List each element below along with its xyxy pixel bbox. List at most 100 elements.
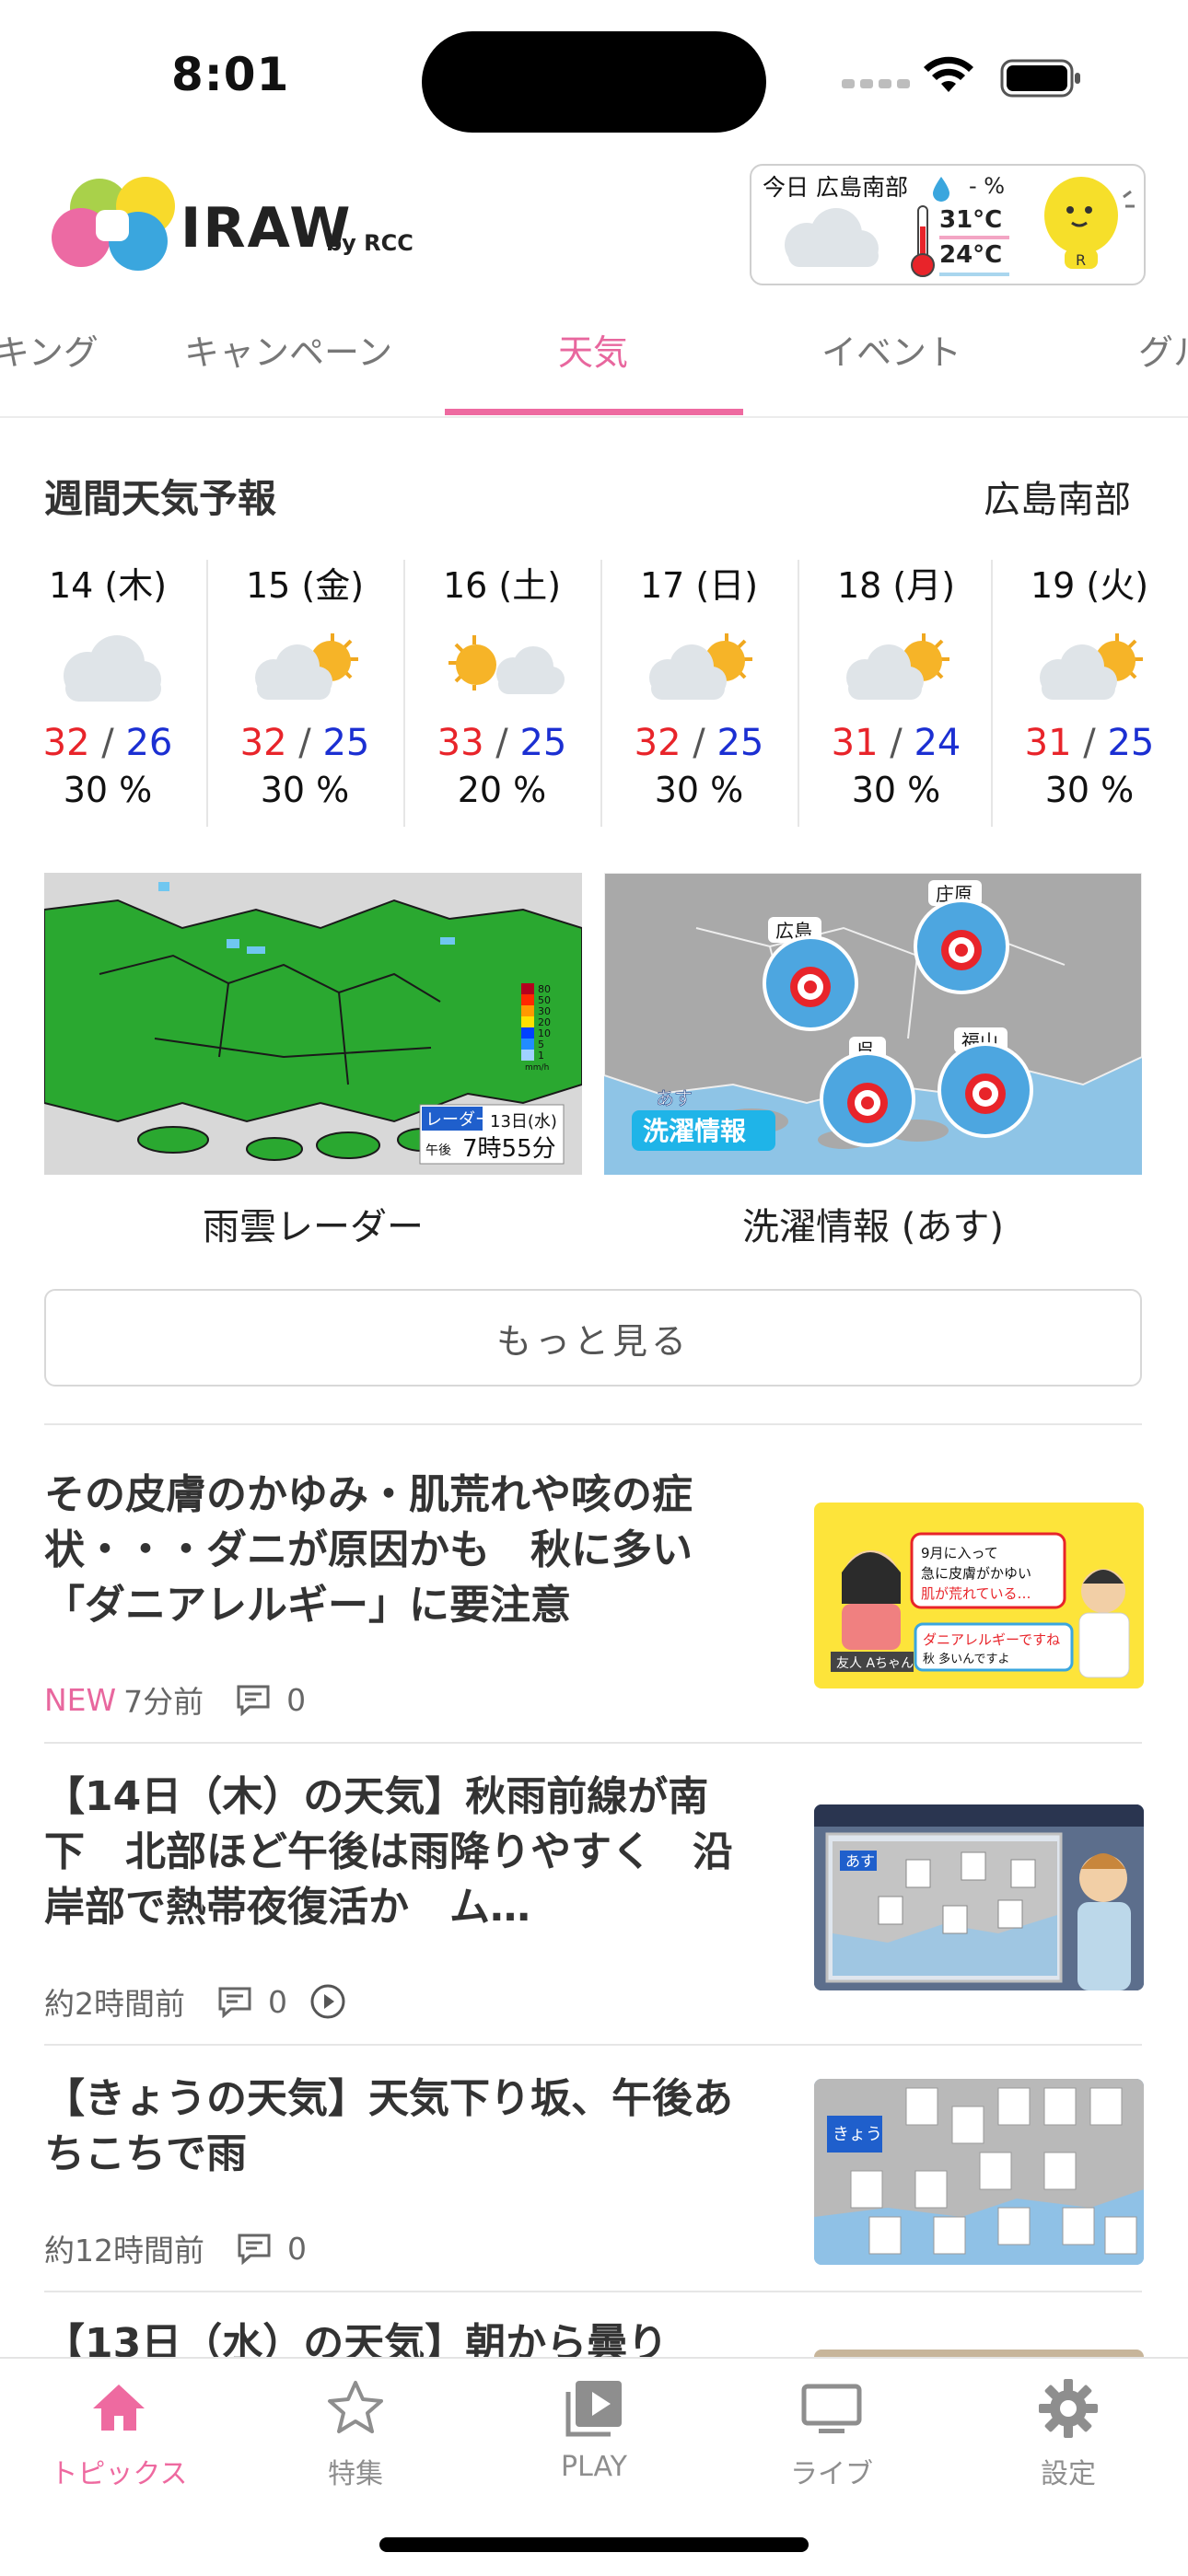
widget-precip: - % <box>969 173 1006 199</box>
signal-icon <box>842 79 910 88</box>
wifi-icon <box>924 56 973 92</box>
forecast-day[interactable]: 14 (木) 32 / 26 30 % <box>9 557 206 828</box>
nav-settings[interactable]: 設定 <box>976 2375 1160 2491</box>
home-icon <box>93 2385 145 2431</box>
nav-topics[interactable]: トピックス <box>27 2375 211 2491</box>
forecast-day[interactable]: 18 (月) 31 / 24 30 % <box>798 557 995 828</box>
precip-prob: 20 % <box>457 770 547 810</box>
battery-icon <box>1000 59 1080 98</box>
article-item[interactable]: その皮膚のかゆみ・肌荒れや咳の症状・・・ダニが原因かも 秋に多い「ダニアレルギー… <box>44 1468 1144 1744</box>
article-thumbnail: 9月に入って 急に皮膚がかゆい 肌が荒れている… 友人 Aちゃん ダニアレルギー… <box>814 1503 1144 1688</box>
day-label: 19 (火) <box>1030 565 1149 606</box>
forecast-day[interactable]: 19 (火) 31 / 25 30 % <box>991 557 1188 828</box>
list-divider <box>44 1423 1142 1425</box>
svg-text:友人 Aちゃん: 友人 Aちゃん <box>836 1656 914 1671</box>
high-temp: 32 <box>634 722 681 764</box>
article-item[interactable]: 【きょうの天気】天気下り坂、午後あちこちで雨 約12時間前 0 きょう <box>44 2071 1144 2292</box>
high-temp: 31 <box>1024 722 1072 764</box>
article-divider <box>44 1742 1142 1744</box>
article-divider <box>44 2291 1142 2292</box>
weekly-forecast-title: 週間天気予報 <box>44 476 277 521</box>
tv-icon <box>801 2384 862 2433</box>
widget-high: 31°C <box>939 206 1003 234</box>
low-temp: 25 <box>519 722 567 764</box>
video-icon <box>310 1984 345 2019</box>
precip-prob: 30 % <box>654 770 744 810</box>
article-thumbnail: きょう <box>814 2079 1144 2265</box>
svg-text:13日(水): 13日(水) <box>490 1112 557 1131</box>
article-time: 約2時間前 <box>44 1986 185 2022</box>
article-time: 7分前 <box>123 1684 204 1720</box>
svg-text:1: 1 <box>538 1050 544 1062</box>
comment-icon <box>238 2234 271 2265</box>
tab-event[interactable]: イベント <box>821 324 961 375</box>
svg-text:肌が荒れている…: 肌が荒れている… <box>921 1585 1031 1602</box>
cloudy-icon <box>64 635 161 702</box>
article-title: 【14日（木）の天気】秋雨前線が南下 北部ほど午後は雨降りやすく 沿岸部で熱帯夜… <box>44 1773 733 1931</box>
more-button[interactable]: もっと見る <box>44 1289 1142 1387</box>
star-icon <box>328 2381 383 2433</box>
precip-prob: 30 % <box>851 770 941 810</box>
article-thumbnail: あす <box>814 1804 1144 1990</box>
article-divider <box>44 2044 1142 2046</box>
svg-text:あす: あす <box>845 1852 875 1870</box>
article-meta: NEW 7分前 0 <box>44 1677 306 1722</box>
tab-campaign[interactable]: キャンペーン <box>184 324 392 375</box>
svg-text:7時55分: 7時55分 <box>462 1135 556 1163</box>
comment-icon <box>237 1685 270 1716</box>
high-temp: 32 <box>239 722 287 764</box>
tab-weather[interactable]: 天気 <box>558 324 628 375</box>
tabs-divider <box>0 416 1188 418</box>
article-meta: 約12時間前 0 <box>44 2226 307 2270</box>
laundry-info-map[interactable]: 広島 庄原 呉 福山 あす 洗濯情報 <box>604 873 1142 1175</box>
nav-live[interactable]: ライブ <box>740 2375 924 2491</box>
day-label: 15 (金) <box>245 565 365 606</box>
cloud-icon <box>785 208 879 267</box>
comment-count: 0 <box>268 1983 287 2020</box>
nav-play[interactable]: PLAY <box>502 2375 686 2483</box>
comment-count: 0 <box>286 1681 307 1718</box>
home-indicator <box>379 2537 809 2552</box>
high-underline <box>939 236 1009 239</box>
rain-radar-map[interactable]: 80 50 30 20 10 5 1 mm/h レーダー 13日(水) 午後 7… <box>44 873 582 1175</box>
nav-label: トピックス <box>50 2458 188 2490</box>
article-item[interactable]: 【14日（木）の天気】秋雨前線が南下 北部ほど午後は雨降りやすく 沿岸部で熱帯夜… <box>44 1770 1144 2046</box>
thermometer-icon <box>911 205 935 277</box>
cloudy-then-sunny-icon <box>649 633 752 700</box>
svg-text:by RCC: by RCC <box>326 230 413 256</box>
gear-icon <box>1039 2379 1098 2438</box>
cloudy-then-sunny-icon <box>1040 633 1143 700</box>
nav-label: 設定 <box>1041 2458 1096 2490</box>
nav-label: 特集 <box>328 2458 383 2490</box>
high-temp: 33 <box>437 722 484 764</box>
high-temp: 32 <box>42 722 90 764</box>
forecast-day[interactable]: 16 (土) 33 / 25 20 % <box>403 557 600 828</box>
day-label: 17 (日) <box>639 565 759 606</box>
cloudy-then-sunny-icon <box>846 633 949 700</box>
cloudy-then-sunny-icon <box>255 633 358 700</box>
article-meta: 約2時間前 0 <box>44 1979 346 2024</box>
comment-icon <box>218 1987 251 2018</box>
weekly-forecast-region[interactable]: 広島南部 <box>984 470 1131 523</box>
active-tab-indicator <box>445 409 743 415</box>
forecast-day[interactable]: 17 (日) 32 / 25 30 % <box>600 557 798 828</box>
svg-text:洗濯情報: 洗濯情報 <box>643 1116 747 1146</box>
today-weather-widget[interactable]: 今日 広島南部 - % 31°C 24°C R <box>750 164 1146 285</box>
svg-text:レーダー: レーダー <box>425 1110 492 1130</box>
tab-ranking[interactable]: キング <box>0 324 99 375</box>
tab-gourmet[interactable]: グル <box>1138 324 1188 375</box>
low-temp: 25 <box>1107 722 1155 764</box>
mascot-icon: R <box>1044 177 1135 269</box>
comment-count: 0 <box>287 2230 307 2267</box>
nav-label: ライブ <box>790 2458 873 2490</box>
article-time: 約12時間前 <box>44 2233 204 2269</box>
svg-text:ダニアレルギーですね: ダニアレルギーですね <box>923 1631 1060 1648</box>
article-title: その皮膚のかゆみ・肌荒れや咳の症状・・・ダニが原因かも 秋に多い「ダニアレルギー… <box>44 1471 693 1629</box>
rain-radar-caption: 雨雲レーダー <box>203 1206 424 1248</box>
iraw-logo[interactable]: IRAW by RCC <box>44 171 431 274</box>
nav-features[interactable]: 特集 <box>263 2375 448 2491</box>
precip-prob: 30 % <box>1044 770 1135 810</box>
forecast-day[interactable]: 15 (金) 32 / 25 30 % <box>206 557 403 828</box>
low-temp: 25 <box>716 722 764 764</box>
low-underline <box>939 273 1009 276</box>
